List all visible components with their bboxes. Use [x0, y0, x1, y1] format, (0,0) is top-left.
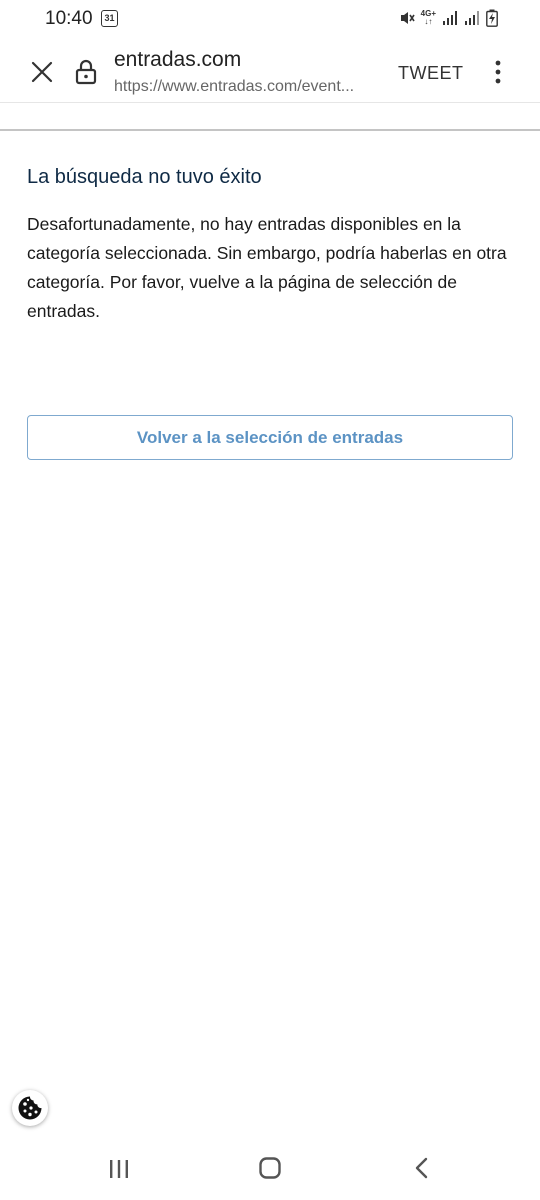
cookie-icon [18, 1096, 42, 1120]
status-bar: 10:40 31 4G+ ↓↑ [0, 0, 540, 40]
cookie-settings-button[interactable] [12, 1090, 48, 1126]
menu-button[interactable] [488, 58, 508, 86]
site-url[interactable]: https://www.entradas.com/event... [114, 78, 380, 96]
network-type: 4G+ ↓↑ [420, 9, 436, 26]
recents-button[interactable] [108, 1158, 130, 1185]
back-to-selection-button[interactable]: Volver a la selección de entradas [27, 415, 513, 460]
home-button[interactable] [258, 1156, 282, 1185]
signal-icon [443, 11, 457, 25]
lock-icon[interactable] [74, 58, 98, 86]
status-time: 10:40 [45, 8, 93, 29]
back-icon [415, 1157, 428, 1179]
home-icon [259, 1157, 281, 1179]
browser-toolbar: entradas.com https://www.entradas.com/ev… [0, 40, 540, 102]
battery-icon [486, 9, 498, 27]
close-icon [31, 61, 53, 83]
status-icons: 4G+ ↓↑ [399, 9, 498, 27]
system-nav-bar [0, 1140, 540, 1200]
info-message: Desafortunadamente, no hay entradas disp… [27, 214, 507, 321]
tweet-button[interactable]: TWEET [398, 63, 464, 84]
site-title: entradas.com [114, 48, 242, 71]
close-button[interactable] [28, 58, 56, 86]
more-vert-icon [495, 60, 501, 84]
recents-icon [110, 1160, 128, 1178]
content-divider [0, 129, 540, 131]
page-heading: La búsqueda no tuvo éxito [27, 166, 262, 188]
mute-icon [400, 12, 415, 24]
toolbar-divider [0, 102, 540, 103]
calendar-icon: 31 [101, 10, 118, 27]
back-button[interactable] [412, 1156, 432, 1185]
signal-icon-2 [465, 11, 479, 25]
